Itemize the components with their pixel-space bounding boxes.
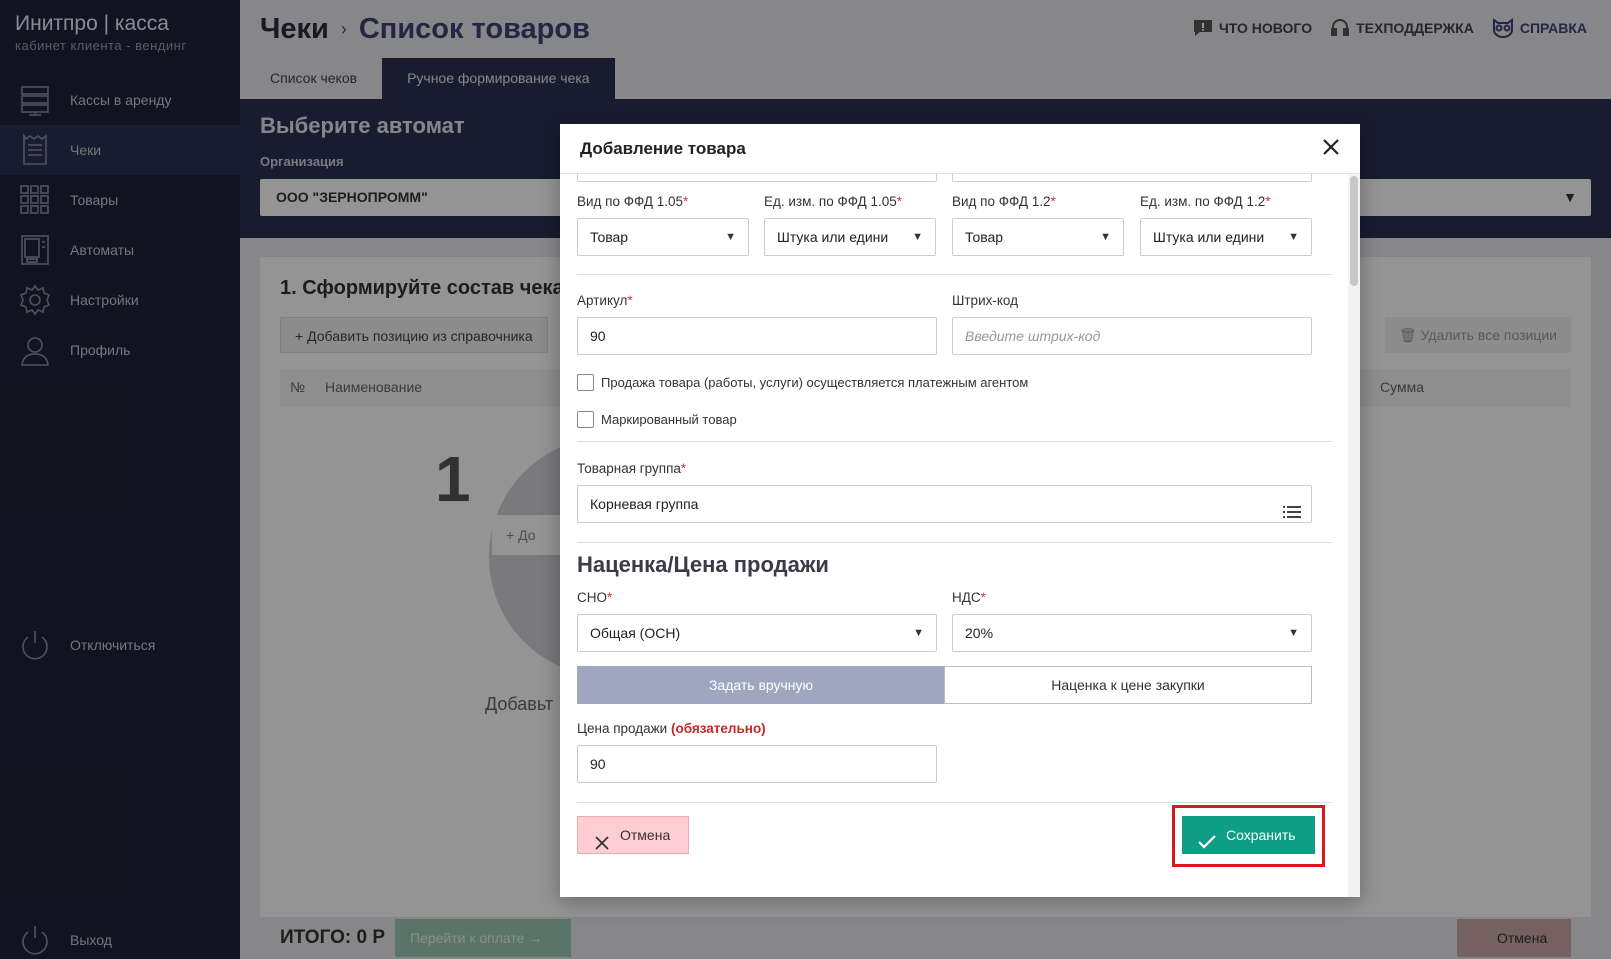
required-note: (обязательно) xyxy=(670,721,766,736)
required-mark: * xyxy=(607,590,613,605)
close-icon[interactable] xyxy=(1318,134,1344,160)
required-mark: * xyxy=(680,461,687,476)
article-value: 90 xyxy=(590,328,606,344)
caret-down-icon: ▼ xyxy=(1100,231,1111,243)
sno-select[interactable]: Общая (ОСН) ▼ xyxy=(577,614,937,652)
clipped-field-right[interactable] xyxy=(952,174,1312,182)
modal-header: Добавление товара xyxy=(560,124,1360,174)
article-input[interactable]: 90 xyxy=(577,317,937,355)
add-product-modal: Добавление товара Вид по ФФД 1.05* Ед. и… xyxy=(560,124,1360,897)
payment-agent-label: Продажа товара (работы, услуги) осуществ… xyxy=(601,375,1029,390)
kind-12-label: Вид по ФФД 1.2* xyxy=(952,194,1056,209)
product-group-label-text: Товарная группа xyxy=(577,461,681,476)
close-icon xyxy=(595,827,609,863)
caret-down-icon: ▼ xyxy=(1288,627,1299,639)
required-mark: * xyxy=(980,590,986,605)
unit-12-label-text: Ед. изм. по ФФД 1.2 xyxy=(1140,194,1266,209)
kind-12-label-text: Вид по ФФД 1.2 xyxy=(952,194,1051,209)
modal-scrollbar[interactable] xyxy=(1348,174,1360,897)
kind-105-value: Товар xyxy=(590,229,629,245)
kind-12-value: Товар xyxy=(965,229,1004,245)
price-mode-manual-tab[interactable]: Задать вручную xyxy=(577,666,945,704)
sale-price-value: 90 xyxy=(590,756,606,772)
kind-105-label: Вид по ФФД 1.05* xyxy=(577,194,688,209)
unit-105-select[interactable]: Штука или едини ▼ xyxy=(764,218,936,256)
vat-select[interactable]: 20% ▼ xyxy=(952,614,1312,652)
vat-label-text: НДС xyxy=(952,590,981,605)
unit-12-value: Штука или едини xyxy=(1153,229,1265,245)
barcode-input[interactable]: Введите штрих-код xyxy=(952,317,1312,355)
required-mark: * xyxy=(1265,194,1271,209)
save-label: Сохранить xyxy=(1226,827,1296,843)
product-group-value: Корневая группа xyxy=(590,496,699,512)
sale-price-input[interactable]: 90 xyxy=(577,745,937,783)
divider xyxy=(577,441,1332,442)
product-group-label: Товарная группа* xyxy=(577,461,686,476)
marked-product-label: Маркированный товар xyxy=(601,412,737,427)
divider xyxy=(577,542,1332,543)
required-mark: * xyxy=(1050,194,1056,209)
vat-value: 20% xyxy=(965,625,994,641)
article-label-text: Артикул xyxy=(577,293,628,308)
divider xyxy=(577,274,1332,275)
unit-12-select[interactable]: Штука или едини ▼ xyxy=(1140,218,1312,256)
unit-105-label: Ед. изм. по ФФД 1.05* xyxy=(764,194,902,209)
modal-body: Вид по ФФД 1.05* Ед. изм. по ФФД 1.05* В… xyxy=(560,174,1340,897)
article-label: Артикул* xyxy=(577,293,633,308)
unit-12-label: Ед. изм. по ФФД 1.2* xyxy=(1140,194,1270,209)
divider xyxy=(577,802,1332,803)
price-mode-markup-tab[interactable]: Наценка к цене закупки xyxy=(944,666,1312,704)
checkmark-icon xyxy=(1198,826,1216,864)
modal-title: Добавление товара xyxy=(580,139,746,158)
list-icon[interactable] xyxy=(1283,496,1301,522)
sno-label-text: СНО xyxy=(577,590,607,605)
kind-12-select[interactable]: Товар ▼ xyxy=(952,218,1124,256)
caret-down-icon: ▼ xyxy=(725,231,736,243)
barcode-placeholder: Введите штрих-код xyxy=(965,328,1101,344)
scroll-thumb[interactable] xyxy=(1350,176,1358,286)
barcode-label: Штрих-код xyxy=(952,293,1018,308)
caret-down-icon: ▼ xyxy=(1288,231,1299,243)
caret-down-icon: ▼ xyxy=(912,231,923,243)
kind-105-label-text: Вид по ФФД 1.05 xyxy=(577,194,683,209)
save-button[interactable]: Сохранить xyxy=(1182,816,1315,854)
clipped-field-left[interactable] xyxy=(577,174,937,182)
unit-105-value: Штука или едини xyxy=(777,229,889,245)
vat-label: НДС* xyxy=(952,590,986,605)
payment-agent-checkbox[interactable] xyxy=(577,374,594,391)
product-group-select[interactable]: Корневая группа xyxy=(577,485,1312,523)
sale-price-label: Цена продажи (обязательно) xyxy=(577,721,766,736)
cancel-label: Отмена xyxy=(620,827,671,843)
sno-value: Общая (ОСН) xyxy=(590,625,681,641)
sno-label: СНО* xyxy=(577,590,612,605)
required-mark: * xyxy=(896,194,902,209)
required-mark: * xyxy=(627,293,633,308)
caret-down-icon: ▼ xyxy=(913,627,924,639)
required-mark: * xyxy=(683,194,689,209)
unit-105-label-text: Ед. изм. по ФФД 1.05 xyxy=(764,194,897,209)
marked-product-checkbox[interactable] xyxy=(577,411,594,428)
pricing-section-title: Наценка/Цена продажи xyxy=(577,552,829,577)
sale-price-label-text: Цена продажи xyxy=(577,721,668,736)
kind-105-select[interactable]: Товар ▼ xyxy=(577,218,749,256)
cancel-button[interactable]: Отмена xyxy=(577,816,689,854)
